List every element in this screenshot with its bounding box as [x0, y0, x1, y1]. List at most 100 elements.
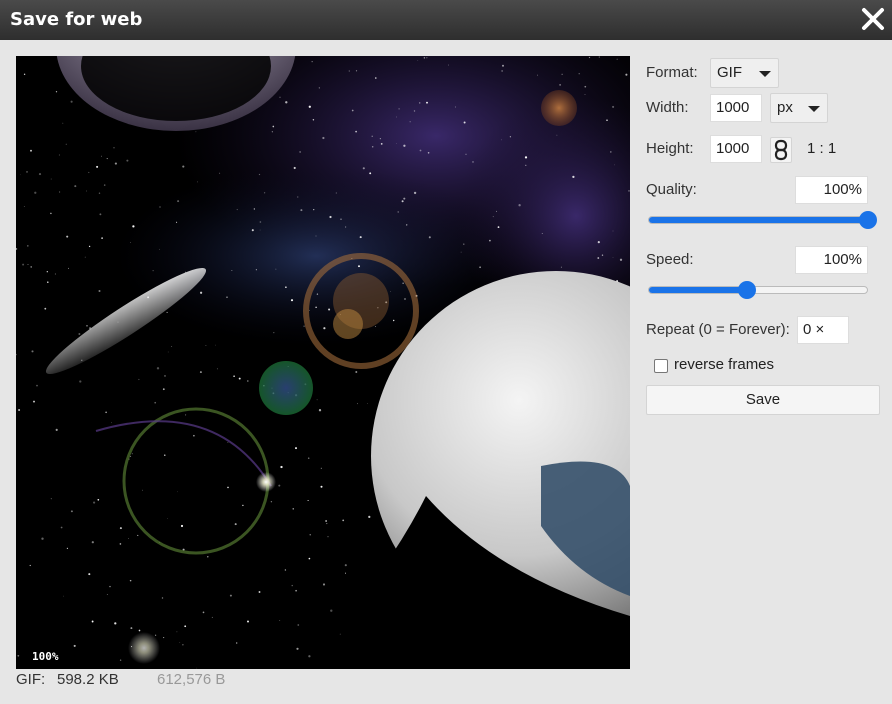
star	[50, 498, 52, 500]
star	[273, 331, 275, 334]
star	[50, 178, 52, 180]
star	[375, 77, 377, 79]
star	[479, 266, 481, 269]
speed-slider[interactable]	[648, 280, 868, 300]
star	[238, 377, 241, 380]
image-preview[interactable]: 100%	[16, 56, 630, 669]
star	[195, 131, 197, 133]
star	[47, 281, 49, 283]
star	[396, 116, 397, 118]
star	[17, 654, 20, 657]
star	[311, 61, 313, 63]
star	[231, 270, 233, 271]
slider-handle[interactable]	[859, 211, 877, 229]
star	[263, 192, 266, 194]
star	[253, 208, 255, 210]
height-row: Height:	[646, 134, 694, 164]
star	[426, 57, 428, 59]
star	[176, 631, 178, 633]
save-button[interactable]: Save	[646, 385, 880, 415]
star	[58, 154, 60, 156]
star	[86, 325, 88, 327]
star	[26, 171, 28, 173]
star	[30, 149, 32, 152]
star	[27, 263, 29, 265]
star	[328, 308, 331, 311]
width-label: Width:	[646, 99, 689, 116]
star	[284, 569, 287, 571]
star	[182, 644, 184, 646]
star	[159, 248, 160, 250]
star	[207, 556, 209, 558]
star	[176, 221, 178, 223]
width-input[interactable]: 1000	[710, 94, 762, 122]
star	[318, 87, 320, 89]
star	[299, 151, 301, 153]
star	[70, 510, 73, 513]
star	[197, 181, 198, 183]
star	[330, 609, 333, 612]
star	[402, 282, 404, 284]
unit-value: px	[777, 99, 793, 116]
star	[99, 213, 102, 216]
close-icon[interactable]	[858, 4, 888, 34]
chevron-down-icon	[759, 71, 771, 77]
format-indicator: GIF:	[16, 671, 46, 688]
repeat-label: Repeat (0 = Forever):	[646, 321, 790, 338]
star	[419, 149, 422, 152]
star	[280, 465, 283, 469]
quality-input[interactable]: 100%	[795, 176, 868, 204]
star	[315, 235, 317, 237]
star	[22, 263, 25, 266]
unit-select[interactable]: px	[770, 93, 828, 123]
reverse-frames-label[interactable]: reverse frames	[674, 350, 774, 380]
star	[31, 350, 34, 353]
star	[418, 102, 421, 104]
chevron-down-icon	[808, 106, 820, 112]
star	[358, 265, 360, 268]
star	[242, 504, 244, 507]
star	[130, 627, 133, 630]
star	[152, 270, 154, 272]
star	[211, 616, 213, 618]
star	[342, 519, 345, 522]
star	[79, 380, 82, 383]
star	[271, 131, 273, 133]
quality-slider[interactable]	[648, 210, 877, 230]
star	[88, 171, 90, 174]
star	[597, 241, 600, 244]
star	[105, 411, 107, 414]
star	[584, 94, 586, 95]
file-size-info: GIF: 598.2 KB 612,576 B	[16, 671, 225, 688]
star	[137, 534, 139, 536]
height-input[interactable]: 1000	[710, 135, 762, 163]
star	[320, 467, 322, 469]
star	[329, 215, 332, 219]
slider-track	[648, 216, 868, 224]
star	[619, 258, 623, 261]
star	[496, 210, 498, 212]
star	[390, 291, 391, 292]
star	[489, 239, 491, 242]
format-select[interactable]: GIF	[710, 58, 779, 88]
star	[413, 110, 416, 112]
speed-input[interactable]: 100%	[795, 246, 868, 274]
reverse-frames-checkbox[interactable]	[654, 359, 668, 373]
star	[138, 629, 141, 632]
star	[130, 242, 131, 243]
star	[392, 319, 395, 322]
star	[202, 611, 205, 614]
star	[84, 256, 86, 258]
star	[236, 209, 238, 211]
star	[588, 56, 591, 59]
star	[297, 196, 299, 198]
star	[309, 534, 311, 536]
star	[270, 501, 273, 503]
aspect-lock-button[interactable]	[770, 137, 792, 163]
star	[326, 523, 328, 525]
star	[396, 143, 397, 144]
star	[70, 100, 73, 103]
slider-handle[interactable]	[738, 281, 756, 299]
repeat-input[interactable]: 0 ×	[797, 316, 849, 344]
star	[272, 125, 275, 128]
